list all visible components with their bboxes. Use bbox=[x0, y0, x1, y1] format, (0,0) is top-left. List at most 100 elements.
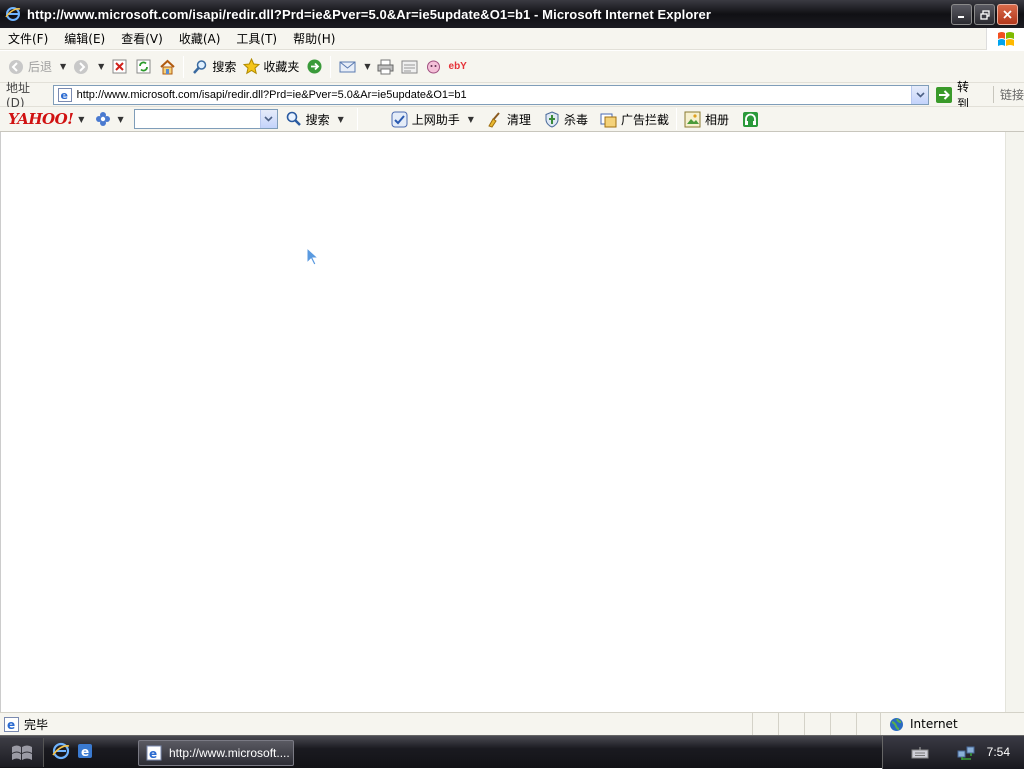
yahoo-search-dropdown-icon[interactable]: ▼ bbox=[338, 115, 344, 124]
status-bar: e 完毕 Internet bbox=[0, 712, 1024, 735]
page-ie-icon: e bbox=[2, 715, 20, 733]
taskbar-task-label: http://www.microsoft.... bbox=[169, 746, 290, 760]
forward-button[interactable]: ▼ bbox=[69, 54, 107, 80]
ebay-logo: ebY bbox=[448, 61, 467, 72]
menu-help[interactable]: 帮助(H) bbox=[285, 30, 343, 47]
menu-edit[interactable]: 编辑(E) bbox=[56, 30, 113, 47]
media-icon bbox=[305, 58, 323, 76]
edit-button[interactable] bbox=[398, 54, 422, 80]
status-panel bbox=[752, 713, 778, 735]
ebay-button[interactable]: ebY bbox=[446, 54, 470, 80]
vertical-scrollbar[interactable] bbox=[1005, 132, 1024, 712]
yahoo-dropdown-icon[interactable]: ▼ bbox=[78, 115, 84, 124]
status-text: 完毕 bbox=[24, 717, 49, 732]
print-button[interactable] bbox=[374, 54, 398, 80]
antivirus-label: 杀毒 bbox=[563, 112, 588, 127]
window-title: http://www.microsoft.com/isapi/redir.dll… bbox=[27, 6, 712, 22]
keyboard-icon[interactable] bbox=[911, 744, 929, 762]
menu-view[interactable]: 查看(V) bbox=[113, 30, 171, 47]
stop-icon bbox=[110, 58, 128, 76]
address-dropdown-button[interactable] bbox=[911, 85, 929, 104]
media-button[interactable] bbox=[302, 54, 326, 80]
album-label: 相册 bbox=[704, 112, 729, 127]
ad-block-label: 广告拦截 bbox=[620, 112, 669, 127]
broom-icon bbox=[486, 110, 504, 128]
antivirus-button[interactable]: 杀毒 bbox=[540, 106, 591, 132]
address-input[interactable]: e http://www.microsoft.com/isapi/redir.d… bbox=[52, 84, 930, 105]
ie-logo-icon bbox=[4, 5, 22, 23]
clean-button[interactable]: 清理 bbox=[483, 106, 534, 132]
back-arrow-icon bbox=[7, 58, 25, 76]
menu-tools[interactable]: 工具(T) bbox=[228, 30, 285, 47]
back-button[interactable]: 后退 ▼ bbox=[4, 54, 69, 80]
messenger-button[interactable] bbox=[422, 54, 446, 80]
toolbar-separator bbox=[675, 108, 677, 130]
status-panel bbox=[778, 713, 804, 735]
minimize-button[interactable] bbox=[951, 4, 972, 25]
security-zone[interactable]: Internet bbox=[880, 713, 1024, 735]
forward-dropdown-icon[interactable]: ▼ bbox=[98, 62, 104, 71]
web-assistant-dropdown-icon[interactable]: ▼ bbox=[468, 115, 474, 124]
yahoo-search-dropdown-button[interactable] bbox=[259, 110, 277, 128]
yahoo-logo[interactable]: YAHOO! bbox=[8, 110, 74, 128]
headphones-icon bbox=[741, 110, 759, 128]
ad-block-button[interactable]: 广告拦截 bbox=[597, 106, 672, 132]
back-dropdown-icon[interactable]: ▼ bbox=[60, 62, 66, 71]
restore-button[interactable] bbox=[974, 4, 995, 25]
mouse-cursor-icon bbox=[306, 246, 320, 269]
toolbar-separator bbox=[183, 55, 185, 78]
home-icon bbox=[158, 58, 176, 76]
page-content[interactable] bbox=[0, 132, 1005, 712]
mail-icon bbox=[338, 58, 356, 76]
title-bar: http://www.microsoft.com/isapi/redir.dll… bbox=[0, 0, 1024, 28]
music-button[interactable] bbox=[738, 106, 762, 132]
yahoo-toolbar: YAHOO! ▼ ▼ 搜索 ▼ 上网助手 ▼ 清理 杀毒 广告拦截 相册 bbox=[0, 107, 1024, 132]
svg-text:e: e bbox=[7, 718, 15, 732]
svg-text:e: e bbox=[60, 89, 67, 102]
antivirus-shield-icon bbox=[543, 110, 561, 128]
shield-check-icon bbox=[391, 110, 409, 128]
start-button[interactable] bbox=[0, 738, 44, 767]
zone-label: Internet bbox=[910, 717, 958, 731]
messenger-icon bbox=[425, 58, 443, 76]
album-button[interactable]: 相册 bbox=[681, 106, 732, 132]
standard-toolbar: 后退 ▼ ▼ 搜索 收藏夹 ▼ ebY bbox=[0, 51, 1024, 83]
search-button[interactable]: 搜索 bbox=[188, 54, 239, 80]
page-ie-icon: e bbox=[56, 86, 74, 104]
yahoo-search-button[interactable]: 搜索 ▼ bbox=[282, 106, 347, 132]
menu-file[interactable]: 文件(F) bbox=[0, 30, 56, 47]
refresh-button[interactable] bbox=[131, 54, 155, 80]
favorites-button[interactable]: 收藏夹 bbox=[239, 54, 302, 80]
taskbar: e e http://www.microsoft.... 7:54 bbox=[0, 735, 1024, 769]
windows-logo-icon bbox=[986, 28, 1024, 50]
popup-block-icon bbox=[600, 110, 618, 128]
svg-text:e: e bbox=[149, 747, 157, 761]
links-button[interactable]: 链接 bbox=[993, 86, 1024, 103]
svg-text:e: e bbox=[81, 745, 89, 759]
yahoo-flower-icon[interactable] bbox=[94, 110, 112, 128]
status-panel bbox=[856, 713, 882, 735]
refresh-icon bbox=[134, 58, 152, 76]
network-icon[interactable] bbox=[957, 744, 975, 762]
web-assistant-label: 上网助手 bbox=[411, 112, 460, 127]
menu-bar: 文件(F) 编辑(E) 查看(V) 收藏(A) 工具(T) 帮助(H) bbox=[0, 28, 1024, 50]
flower-dropdown-icon[interactable]: ▼ bbox=[117, 115, 123, 124]
clean-label: 清理 bbox=[506, 112, 531, 127]
ie-window-icon: e bbox=[145, 744, 163, 762]
status-panel bbox=[830, 713, 856, 735]
taskbar-ie-window[interactable]: e http://www.microsoft.... bbox=[138, 740, 294, 766]
yahoo-search-input[interactable] bbox=[133, 109, 278, 129]
photo-album-icon bbox=[684, 110, 702, 128]
web-assistant-button[interactable]: 上网助手 ▼ bbox=[388, 106, 477, 132]
stop-button[interactable] bbox=[107, 54, 131, 80]
outlook-express-icon[interactable]: e bbox=[76, 742, 94, 760]
globe-icon bbox=[887, 715, 905, 733]
mail-dropdown-icon[interactable]: ▼ bbox=[364, 62, 370, 71]
home-button[interactable] bbox=[155, 54, 179, 80]
status-panel bbox=[804, 713, 830, 735]
close-button[interactable] bbox=[997, 4, 1018, 25]
menu-favorites[interactable]: 收藏(A) bbox=[171, 30, 229, 47]
address-label: 地址(D) bbox=[6, 81, 31, 110]
ie-quicklaunch-icon[interactable] bbox=[52, 742, 70, 760]
mail-button[interactable]: ▼ bbox=[335, 54, 373, 80]
